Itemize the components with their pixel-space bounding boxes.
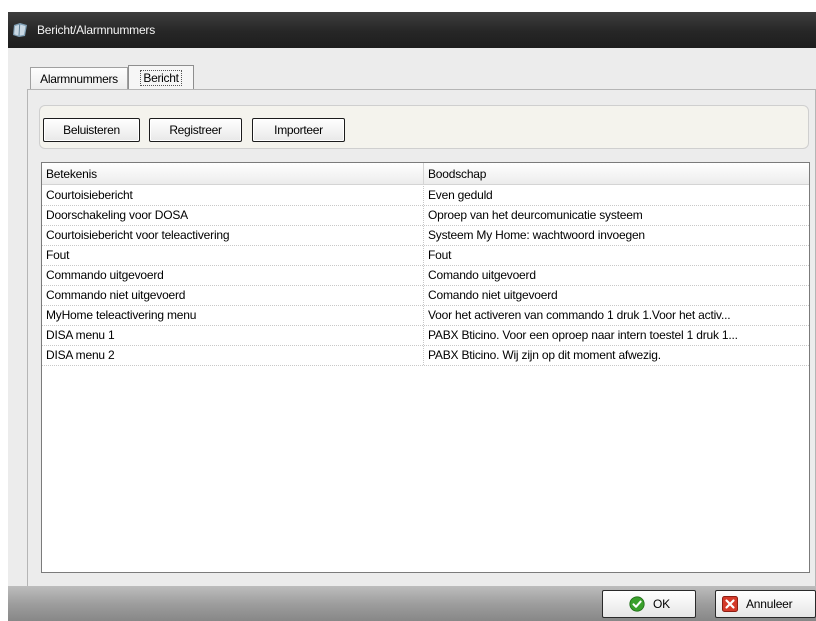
cell-boodschap: Comando niet uitgevoerd [428, 288, 558, 302]
tab-label: Bericht [140, 70, 182, 86]
record-button[interactable]: Registreer [149, 118, 242, 142]
table-header: Betekenis Boodschap [42, 163, 809, 185]
window-title: Bericht/Alarmnummers [37, 23, 156, 37]
table-row[interactable]: Fout Fout [42, 246, 809, 266]
table-row[interactable]: MyHome teleactivering menu Voor het acti… [42, 306, 809, 326]
ok-label: OK [653, 597, 670, 611]
tab-alarmnummers[interactable]: Alarmnummers [30, 67, 128, 89]
listen-button[interactable]: Beluisteren [43, 118, 140, 142]
cell-betekenis: DISA menu 1 [42, 326, 424, 345]
table-row[interactable]: Commando uitgevoerd Comando uitgevoerd [42, 266, 809, 286]
toolbar: Beluisteren Registreer Importeer [39, 105, 809, 149]
cell-boodschap: PABX Bticino. Wij zijn op dit moment afw… [428, 348, 661, 362]
table-row[interactable]: Courtoisiebericht voor teleactivering Sy… [42, 226, 809, 246]
cell-boodschap: Even geduld [428, 188, 493, 202]
tab-panel: Beluisteren Registreer Importeer Beteken… [27, 89, 816, 592]
messages-table: Betekenis Boodschap Courtoisiebericht Ev… [41, 162, 810, 573]
import-button[interactable]: Importeer [252, 118, 345, 142]
cell-boodschap: Systeem My Home: wachtwoord invoegen [428, 228, 645, 242]
column-header-betekenis[interactable]: Betekenis [42, 163, 424, 185]
cell-betekenis: Fout [42, 246, 424, 265]
table-row[interactable]: Commando niet uitgevoerd Comando niet ui… [42, 286, 809, 306]
table-row[interactable]: Doorschakeling voor DOSA Oproep van het … [42, 206, 809, 226]
table-body: Courtoisiebericht Even geduld Doorschake… [42, 186, 809, 366]
cell-boodschap: Fout [428, 248, 452, 262]
cell-boodschap: Comando uitgevoerd [428, 268, 536, 282]
dialog-window: Bericht/Alarmnummers Alarmnummers Berich… [8, 12, 816, 621]
cell-betekenis: DISA menu 2 [42, 346, 424, 365]
tab-label: Alarmnummers [40, 71, 118, 86]
button-bar: OK Annuleer [8, 586, 816, 621]
cell-betekenis: Doorschakeling voor DOSA [42, 206, 424, 225]
book-icon [13, 23, 27, 37]
cell-boodschap: Oproep van het deurcomunicatie systeem [428, 208, 643, 222]
cell-betekenis: MyHome teleactivering menu [42, 306, 424, 325]
tab-bericht[interactable]: Bericht [128, 65, 194, 90]
cell-boodschap: Voor het activeren van commando 1 druk 1… [428, 308, 731, 322]
cancel-label: Annuleer [746, 597, 793, 611]
cell-betekenis: Courtoisiebericht voor teleactivering [42, 226, 424, 245]
cancel-button[interactable]: Annuleer [715, 590, 816, 618]
ok-button[interactable]: OK [602, 590, 696, 618]
check-circle-icon [629, 596, 645, 612]
cell-betekenis: Commando uitgevoerd [42, 266, 424, 285]
cell-betekenis: Commando niet uitgevoerd [42, 286, 424, 305]
cell-betekenis: Courtoisiebericht [42, 186, 424, 205]
title-bar[interactable]: Bericht/Alarmnummers [8, 12, 816, 48]
table-row[interactable]: DISA menu 2 PABX Bticino. Wij zijn op di… [42, 346, 809, 366]
cell-boodschap: PABX Bticino. Voor een oproep naar inter… [428, 328, 738, 342]
close-x-icon [722, 596, 738, 612]
table-row[interactable]: DISA menu 1 PABX Bticino. Voor een oproe… [42, 326, 809, 346]
table-row[interactable]: Courtoisiebericht Even geduld [42, 186, 809, 206]
column-header-boodschap[interactable]: Boodschap [424, 163, 809, 185]
